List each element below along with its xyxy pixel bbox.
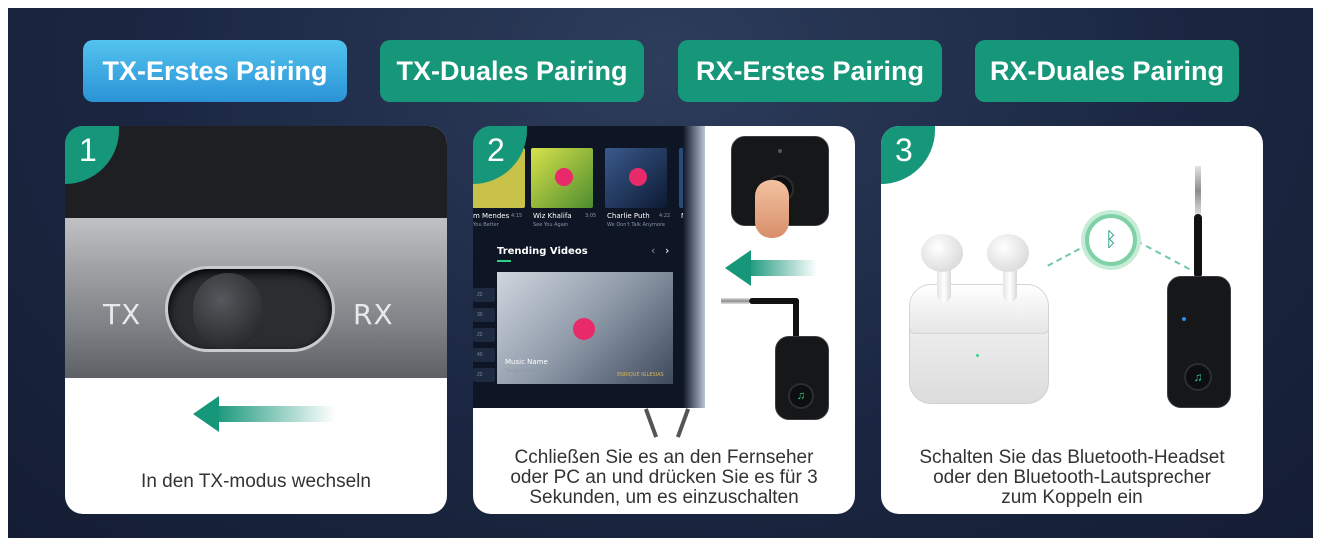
screen-edge: [683, 126, 705, 408]
finger-press: [755, 180, 789, 238]
caption-line: oder den Bluetooth-Lautsprecher: [933, 467, 1211, 488]
list-number: 22: [473, 368, 495, 382]
video-artist: Song Name: [505, 368, 534, 374]
album-thumbnail: [531, 148, 593, 208]
caption-line: oder PC an und drücken Sie es für 3: [510, 467, 818, 488]
song-name: See You Again: [533, 222, 569, 228]
nav-next-icon[interactable]: ›: [665, 244, 669, 257]
signal-line: [1047, 243, 1089, 267]
earbud-left: [921, 234, 963, 272]
mode-switch-photo: TX RX: [65, 126, 447, 378]
artist-name: Wiz Khalifa: [533, 212, 572, 220]
caption-line: Cchließen Sie es an den Fernseher: [514, 447, 814, 468]
earbud-right: [987, 234, 1029, 272]
video-watermark: ENRIQUE IGLESIAS: [617, 372, 664, 378]
tab-rx-first-pairing[interactable]: RX-Erstes Pairing: [678, 40, 942, 102]
artist-name: Charlie Puth: [607, 212, 650, 220]
caption-line: Schalten Sie das Bluetooth-Headset: [919, 447, 1225, 468]
step-card-3: 3 ᛒ ♫ Schalten Sie das Bluetooth-Headset…: [881, 126, 1263, 514]
tab-tx-dual-pairing[interactable]: TX-Duales Pairing: [380, 40, 644, 102]
featured-video[interactable]: Music Name Song Name ENRIQUE IGLESIAS: [497, 272, 673, 384]
tab-rx-dual-pairing[interactable]: RX-Duales Pairing: [975, 40, 1239, 102]
step-caption: Cchließen Sie es an den Fernseher oder P…: [473, 448, 855, 508]
case-led: [976, 354, 979, 357]
tv-stand: [643, 408, 659, 438]
song-name: We Don't Talk Anymore: [607, 222, 665, 228]
step-card-1: 1 TX RX In den TX-modus wechseln: [65, 126, 447, 514]
caption-line: Sekunden, um es einzuschalten: [529, 487, 799, 508]
pairing-guide: TX-Erstes Pairing TX-Duales Pairing RX-E…: [8, 8, 1313, 538]
step-caption: Schalten Sie das Bluetooth-Headset oder …: [881, 448, 1263, 508]
track-duration: 3:05: [585, 213, 597, 219]
pairing-tabs: TX-Erstes Pairing TX-Duales Pairing RX-E…: [8, 8, 1313, 118]
play-icon[interactable]: [573, 318, 595, 340]
track-duration: 4:22: [659, 213, 671, 219]
step-caption: In den TX-modus wechseln: [141, 471, 371, 492]
switch-knob: [193, 273, 263, 349]
list-number: 40: [473, 348, 495, 362]
audio-plug: [1195, 166, 1201, 216]
audio-cable: [749, 298, 799, 304]
earbuds-case-lid: [909, 284, 1049, 334]
list-number: 22: [473, 328, 495, 342]
receiver-device: ♫: [1167, 276, 1231, 408]
status-led: [778, 149, 782, 153]
track-duration: 4:15: [511, 213, 523, 219]
video-title: Music Name: [505, 358, 548, 366]
signal-line: [1136, 240, 1190, 270]
artist-name: m Mendes: [473, 212, 510, 220]
status-led: [1182, 317, 1186, 321]
audio-cable: [1194, 214, 1202, 278]
play-icon[interactable]: [555, 168, 573, 186]
nav-prev-icon[interactable]: ‹: [651, 244, 655, 257]
play-icon[interactable]: [629, 168, 647, 186]
rx-label: RX: [353, 298, 394, 331]
section-title: Trending Videos: [497, 246, 588, 257]
list-number: 22: [473, 288, 495, 302]
transmitter-device: ♫: [775, 336, 829, 420]
audio-plug: [721, 298, 749, 304]
tx-label: TX: [103, 298, 142, 331]
caption-line: zum Koppeln ein: [1001, 487, 1143, 508]
tab-tx-first-pairing[interactable]: TX-Erstes Pairing: [83, 40, 347, 102]
step-card-2: m Mendes 4:15 You Better Wiz Khalifa 3:0…: [473, 126, 855, 514]
album-thumbnail: [605, 148, 667, 208]
bluetooth-icon: ᛒ: [1085, 214, 1137, 266]
list-number: 30: [473, 308, 495, 322]
music-note-icon[interactable]: ♫: [1184, 363, 1212, 391]
song-name: You Better: [473, 222, 499, 228]
section-underline: [497, 260, 511, 262]
step-number-badge: 3: [881, 126, 935, 184]
tv-stand: [675, 408, 691, 438]
music-note-icon[interactable]: ♫: [788, 383, 814, 409]
